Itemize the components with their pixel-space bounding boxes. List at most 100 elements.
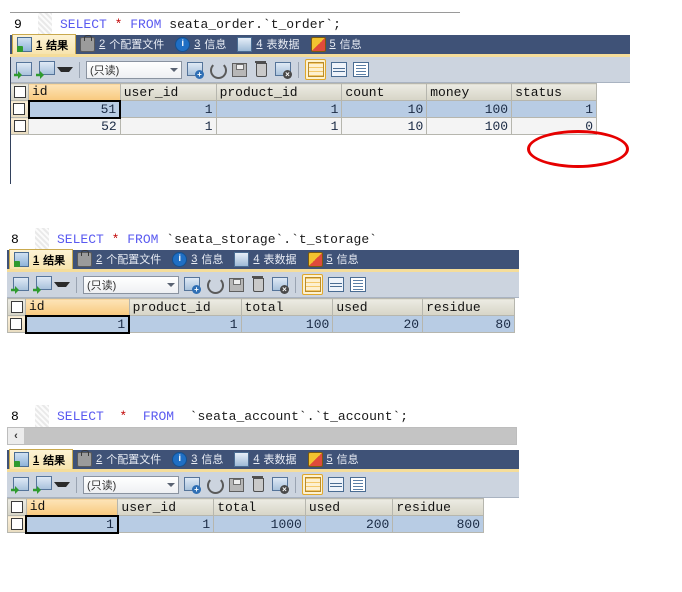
sql-statement-line-order[interactable]: 9 SELECT * FROM seata_order.`t_order`; [10,12,460,35]
cell-total[interactable]: 100 [240,315,334,333]
tab-info-storage[interactable]: i 3 信息 [168,249,230,269]
cell-money[interactable]: 100 [426,117,513,135]
cell-count[interactable]: 10 [341,100,428,118]
checkbox-icon[interactable] [10,301,23,314]
column-header-residue[interactable]: residue [392,498,484,516]
tab-profile-storage[interactable]: 2 个配置文件 [73,249,168,269]
checkbox-icon[interactable] [13,120,26,133]
column-header-product_id[interactable]: product_id [128,298,242,316]
caret-down-icon[interactable] [57,67,73,72]
cell-id[interactable]: 52 [28,117,121,135]
column-header-count[interactable]: count [341,83,428,101]
refresh-button[interactable] [207,60,227,79]
scrollbar-track[interactable] [24,428,516,444]
column-header-total[interactable]: total [213,498,306,516]
cell-product_id[interactable]: 1 [128,315,242,333]
apply-changes-button[interactable] [11,275,30,294]
text-view-button[interactable] [348,275,367,294]
cell-id[interactable]: 51 [27,99,122,119]
tab-tabledata-order[interactable]: 4 表数据 [233,34,306,54]
cell-residue[interactable]: 800 [392,515,484,533]
cancel-edit-button[interactable]: × [270,475,289,494]
form-view-button[interactable] [326,275,345,294]
sql-statement-line-account[interactable]: 8 SELECT * FROM `seata_account`.`t_accou… [7,405,517,427]
tab-result-account[interactable]: 1 结果 [9,449,74,469]
select-all-cell[interactable] [7,498,27,516]
result-grid-storage[interactable]: id product_id total used residue 1 1 100… [7,298,515,334]
caret-down-icon[interactable] [54,282,70,287]
apply-changes-button[interactable] [14,60,33,79]
cell-money[interactable]: 100 [426,100,513,118]
save-record-button[interactable] [226,475,245,494]
grid-view-button[interactable] [302,474,323,495]
column-header-id[interactable]: id [25,498,119,516]
row-select-cell[interactable] [10,100,29,118]
table-row[interactable]: 1 1 100 20 80 [7,314,515,334]
tab-result-storage[interactable]: 1 结果 [9,249,74,269]
export-wizard-button[interactable] [36,60,55,79]
tab-tabledata-storage[interactable]: 4 表数据 [230,249,303,269]
tab-message-order[interactable]: 5 信息 [307,34,369,54]
text-view-button[interactable] [348,475,367,494]
table-row[interactable]: 52 1 1 10 100 0 [10,117,597,135]
refresh-button[interactable] [204,275,224,294]
readonly-select[interactable]: (只读) [83,475,179,494]
column-header-residue[interactable]: residue [422,298,515,316]
cell-user_id[interactable]: 1 [119,117,217,135]
grid-view-button[interactable] [302,274,323,295]
export-wizard-button[interactable] [33,275,52,294]
tab-message-storage[interactable]: 5 信息 [304,249,366,269]
checkbox-icon[interactable] [13,103,26,116]
sql-statement-line-storage[interactable]: 8 SELECT * FROM `seata_storage`.`t_stora… [7,228,457,250]
column-header-id[interactable]: id [25,298,130,316]
row-select-cell[interactable] [7,315,26,333]
cell-product_id[interactable]: 1 [215,100,343,118]
scroll-left-arrow-icon[interactable]: ‹ [8,428,24,444]
grid-view-button[interactable] [305,59,326,80]
column-header-status[interactable]: status [511,83,597,101]
cell-user_id[interactable]: 1 [119,100,217,118]
delete-record-button[interactable] [248,475,267,494]
text-view-button[interactable] [351,60,370,79]
save-record-button[interactable] [226,275,245,294]
delete-record-button[interactable] [248,275,267,294]
cell-total[interactable]: 1000 [213,515,306,533]
select-all-cell[interactable] [7,298,26,316]
row-select-cell[interactable] [10,117,29,135]
column-header-id[interactable]: id [28,83,121,101]
column-header-user_id[interactable]: user_id [117,498,215,516]
editor-horizontal-scrollbar[interactable]: ‹ [7,427,517,445]
delete-record-button[interactable] [251,60,270,79]
insert-record-button[interactable]: + [185,60,204,79]
tab-message-account[interactable]: 5 信息 [304,449,366,469]
table-row[interactable]: 1 1 1000 200 800 [7,514,484,534]
cell-status[interactable]: 0 [511,117,597,135]
cell-user_id[interactable]: 1 [117,515,215,533]
insert-record-button[interactable]: + [182,475,201,494]
form-view-button[interactable] [329,60,348,79]
cell-used[interactable]: 200 [304,515,394,533]
tab-info-order[interactable]: i 3 信息 [171,34,233,54]
column-header-product_id[interactable]: product_id [215,83,343,101]
cancel-edit-button[interactable]: × [270,275,289,294]
form-view-button[interactable] [326,475,345,494]
row-select-cell[interactable] [7,515,27,533]
column-header-money[interactable]: money [426,83,513,101]
save-record-button[interactable] [229,60,248,79]
cell-status[interactable]: 1 [511,100,597,118]
table-row[interactable]: 51 1 1 10 100 1 [10,99,597,119]
caret-down-icon[interactable] [54,482,70,487]
checkbox-icon[interactable] [10,518,23,531]
checkbox-icon[interactable] [10,318,23,331]
cell-id[interactable]: 1 [24,314,131,334]
checkbox-icon[interactable] [13,86,26,99]
readonly-select[interactable]: (只读) [83,275,179,294]
cell-id[interactable]: 1 [25,514,119,534]
refresh-button[interactable] [204,475,224,494]
tab-profile-order[interactable]: 2 个配置文件 [76,34,171,54]
tab-info-account[interactable]: i 3 信息 [168,449,230,469]
export-wizard-button[interactable] [33,475,52,494]
select-all-cell[interactable] [10,83,29,101]
column-header-total[interactable]: total [240,298,334,316]
cell-count[interactable]: 10 [341,117,428,135]
